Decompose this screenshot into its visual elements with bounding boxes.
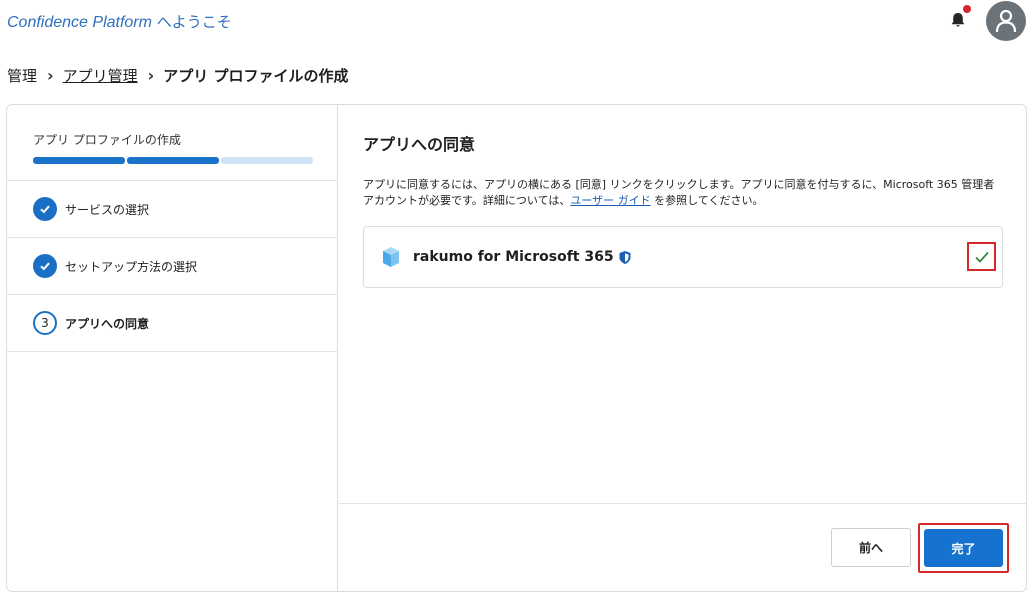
- progress-segment: [221, 157, 313, 164]
- wizard-card: アプリ プロファイルの作成 サービスの選択 セットアップ方法の選択 3 アプリへ…: [6, 104, 1027, 592]
- breadcrumb-admin[interactable]: 管理: [7, 65, 37, 86]
- back-button[interactable]: 前へ: [831, 528, 911, 567]
- progress-segment: [33, 157, 125, 164]
- wizard-progress: [33, 157, 313, 164]
- finish-highlight: 完了: [918, 523, 1009, 573]
- wizard-header: アプリ プロファイルの作成: [7, 105, 337, 181]
- check-circle-icon: [33, 197, 57, 221]
- check-circle-icon: [33, 254, 57, 278]
- breadcrumb-app-management[interactable]: アプリ管理: [63, 65, 138, 86]
- checkmark-icon: [974, 251, 989, 263]
- finish-button[interactable]: 完了: [924, 529, 1003, 567]
- app-consent-row: rakumo for Microsoft 365: [363, 226, 1003, 288]
- verified-shield-icon: [618, 250, 632, 265]
- consent-checkbox[interactable]: [967, 242, 996, 271]
- wizard-sidebar: アプリ プロファイルの作成 サービスの選択 セットアップ方法の選択 3 アプリへ…: [7, 105, 338, 591]
- bell-icon[interactable]: [948, 10, 968, 30]
- user-avatar-icon[interactable]: [986, 1, 1026, 41]
- description-text-end: を参照してください。: [650, 194, 764, 207]
- brand-name: Confidence Platform: [7, 14, 152, 31]
- step-label: セットアップ方法の選択: [65, 259, 198, 274]
- top-bar: Confidence Platform へようこそ: [0, 0, 1034, 44]
- app-title: Confidence Platform へようこそ: [7, 11, 232, 32]
- wizard-content: アプリへの同意 アプリに同意するには、アプリの横にある [同意] リンクをクリッ…: [339, 105, 1026, 591]
- section-description: アプリに同意するには、アプリの横にある [同意] リンクをクリックします。アプリ…: [363, 177, 1003, 209]
- notification-badge: [963, 5, 971, 13]
- chevron-right-icon: ›: [47, 65, 54, 85]
- section-title: アプリへの同意: [363, 135, 476, 154]
- user-guide-link[interactable]: ユーザー ガイド: [570, 194, 650, 207]
- step-label: サービスの選択: [65, 202, 150, 217]
- chevron-right-icon: ›: [147, 65, 155, 85]
- app-name: rakumo for Microsoft 365: [413, 249, 614, 265]
- step-app-consent[interactable]: 3 アプリへの同意: [7, 295, 337, 352]
- rakumo-app-icon: [380, 246, 402, 268]
- breadcrumb-current: アプリ プロファイルの作成: [163, 66, 349, 85]
- progress-segment: [127, 157, 219, 164]
- step-number: 3: [33, 311, 57, 335]
- step-setup-method[interactable]: セットアップ方法の選択: [7, 238, 337, 295]
- step-service-selection[interactable]: サービスの選択: [7, 181, 337, 238]
- wizard-title: アプリ プロファイルの作成: [33, 133, 181, 147]
- breadcrumb: 管理 › アプリ管理 › アプリ プロファイルの作成: [7, 64, 348, 86]
- step-label: アプリへの同意: [65, 316, 150, 331]
- brand-welcome: へようこそ: [151, 13, 232, 31]
- wizard-footer: 前へ 完了: [339, 503, 1026, 591]
